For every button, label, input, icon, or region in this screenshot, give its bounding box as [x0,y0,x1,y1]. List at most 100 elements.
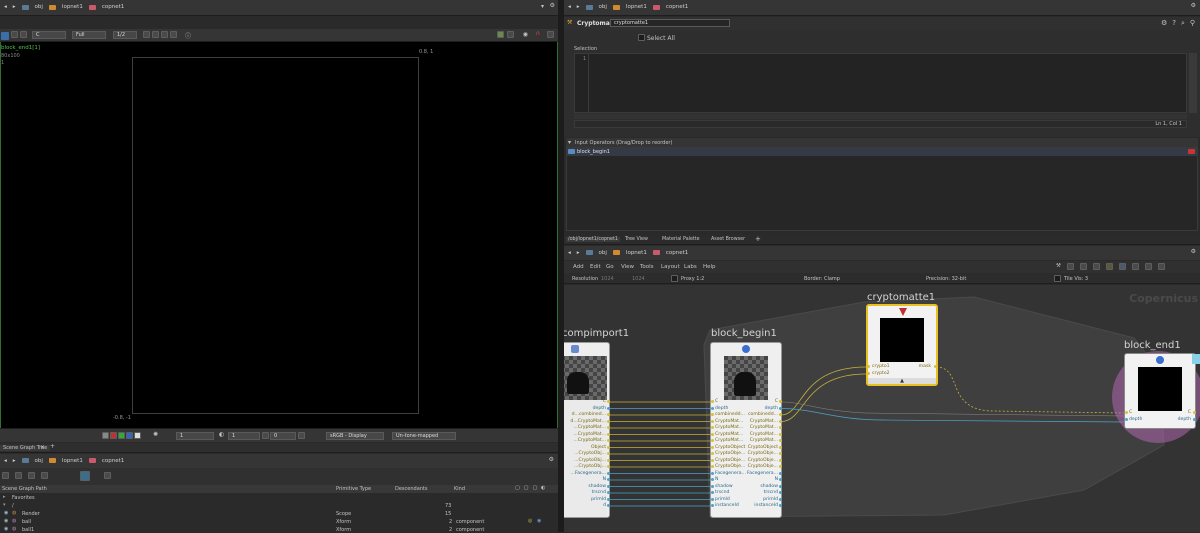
cryptomatte-input-port[interactable] [867,372,870,375]
compimport-output-port[interactable] [607,491,610,494]
wrench-icon[interactable]: ⚒ [1056,263,1061,270]
region-icon[interactable] [20,31,27,38]
table-row[interactable]: ▾ / 73 [0,502,558,509]
block-begin-input-port[interactable] [711,484,714,488]
eye-icon[interactable]: ◉ [4,518,8,524]
block-end-input-port[interactable] [1125,418,1128,421]
compimport-output-port[interactable] [607,419,610,423]
column-primitive-type[interactable]: Primitive Type [336,486,371,492]
list-item[interactable]: block_begin1 [567,148,1197,156]
path-lopnet[interactable]: lopnet1 [626,250,647,256]
info-icon[interactable]: ⓘ [185,31,191,40]
compimport-output-port[interactable] [607,413,610,416]
block-begin-input-port[interactable] [711,406,714,410]
block-begin-output-port[interactable] [779,445,782,449]
block-begin-input-port[interactable] [711,419,714,423]
help-icon[interactable] [1157,263,1165,270]
back-arrow-icon[interactable]: ◂ [568,4,571,10]
channel-red-icon[interactable] [110,432,117,439]
menu-view[interactable]: View [621,264,634,270]
forward-arrow-icon[interactable]: ▸ [577,250,580,256]
tonemap-select[interactable]: Un-tone-mapped [392,432,456,440]
channel-rgb-icon[interactable] [102,432,109,439]
compimport-output-port[interactable] [607,400,610,403]
resolution-y[interactable]: 1024 [632,276,645,282]
help-icon[interactable]: ? [1172,19,1176,28]
block-begin-output-port[interactable] [779,400,782,403]
block-begin-input-port[interactable] [711,465,714,468]
block-begin-output-port[interactable] [779,458,782,462]
pin-icon[interactable]: ⚙ [1191,2,1196,9]
pin-icon[interactable]: ⚙ [549,456,554,463]
block-begin-input-port[interactable] [711,432,714,436]
path-copnet[interactable]: copnet1 [666,4,688,10]
gamma-icon[interactable]: ◐ [219,431,224,438]
layout-icon[interactable] [104,472,111,479]
gamma-field[interactable]: 1 [228,432,260,440]
cryptomatte-output-port[interactable] [934,365,937,368]
path-lopnet[interactable]: lopnet1 [626,4,647,10]
settings-icon[interactable] [547,31,554,38]
compimport-output-port[interactable] [607,484,610,488]
viewer-canvas[interactable]: block_end1[1] 80x100 1 0.8, 1 -0.8, -1 [0,42,558,428]
expand-icon[interactable] [15,472,22,479]
lock-icon[interactable]: ◎ [528,518,532,524]
block-end-output-port[interactable] [1193,411,1196,414]
compimport-output-port[interactable] [607,497,610,501]
pin-icon[interactable]: ⚲ [1190,19,1195,28]
grid-snap-icon[interactable] [1066,263,1074,270]
column-kind[interactable]: Kind [454,486,465,492]
compimport-output-port[interactable] [607,406,610,410]
path-obj[interactable]: obj [35,458,43,464]
expand-arrow-icon[interactable]: ▸ [3,494,6,500]
forward-arrow-icon[interactable]: ▸ [13,4,16,10]
camera-icon[interactable]: ◉ [523,31,528,38]
block-begin-input-port[interactable] [711,426,714,429]
table-row[interactable]: ◉ ◍ Render Scope 15 [0,510,558,517]
path-copnet[interactable]: copnet1 [102,458,124,464]
block-begin-output-port[interactable] [779,419,782,423]
options-icon[interactable] [41,472,48,479]
block-begin-input-port[interactable] [711,445,714,449]
grid-icon[interactable] [170,31,177,38]
block-begin-output-port[interactable] [779,497,782,501]
cryptomatte-input-port[interactable] [867,365,870,368]
block-begin-input-port[interactable] [711,491,714,494]
menu-edit[interactable]: Edit [590,264,601,270]
display-select[interactable]: C [32,31,66,39]
menu-go[interactable]: Go [606,264,614,270]
fit-select[interactable]: Full [72,31,106,39]
channel-alpha-icon[interactable] [134,432,141,439]
back-arrow-icon[interactable]: ◂ [4,4,7,10]
sync-icon[interactable] [80,471,90,481]
network-canvas[interactable]: Copernicus compimport1 block_begin1 cryp… [564,285,1200,532]
path-copnet[interactable]: copnet1 [666,250,688,256]
block-begin-output-port[interactable] [779,426,782,429]
visibility-icon[interactable]: ◉ [537,518,541,524]
pin-icon[interactable]: ⚙ [550,2,555,9]
eye-icon[interactable]: ◉ [4,510,8,516]
display-opts-icon[interactable] [497,31,504,38]
exposure-field[interactable]: 1 [176,432,214,440]
compimport-output-port[interactable] [607,458,610,462]
column-path[interactable]: Scene Graph Path [2,486,47,492]
select-all-checkbox[interactable] [638,34,645,41]
compimport-output-port[interactable] [607,471,610,475]
path-lopnet[interactable]: lopnet1 [62,4,83,10]
block-begin-input-port[interactable] [711,497,714,501]
chevron-down-icon[interactable]: ▾ [541,3,544,10]
layout-icon[interactable] [1079,263,1087,270]
block-end-input-port[interactable] [1125,411,1128,414]
frame-icon[interactable] [143,31,150,38]
selection-textarea[interactable]: 1 [574,53,1187,113]
search-icon[interactable]: ⌕ [1181,19,1185,28]
block-begin-output-port[interactable] [779,504,782,507]
block-begin-output-port[interactable] [779,471,782,475]
compimport-output-port[interactable] [607,439,610,442]
forward-arrow-icon[interactable]: ▸ [577,4,580,10]
block-begin-output-port[interactable] [779,406,782,410]
proxy-checkbox[interactable] [671,275,678,282]
scale-select[interactable]: 1/2 [113,31,137,39]
compimport-output-port[interactable] [607,432,610,436]
path-obj[interactable]: obj [599,4,607,10]
